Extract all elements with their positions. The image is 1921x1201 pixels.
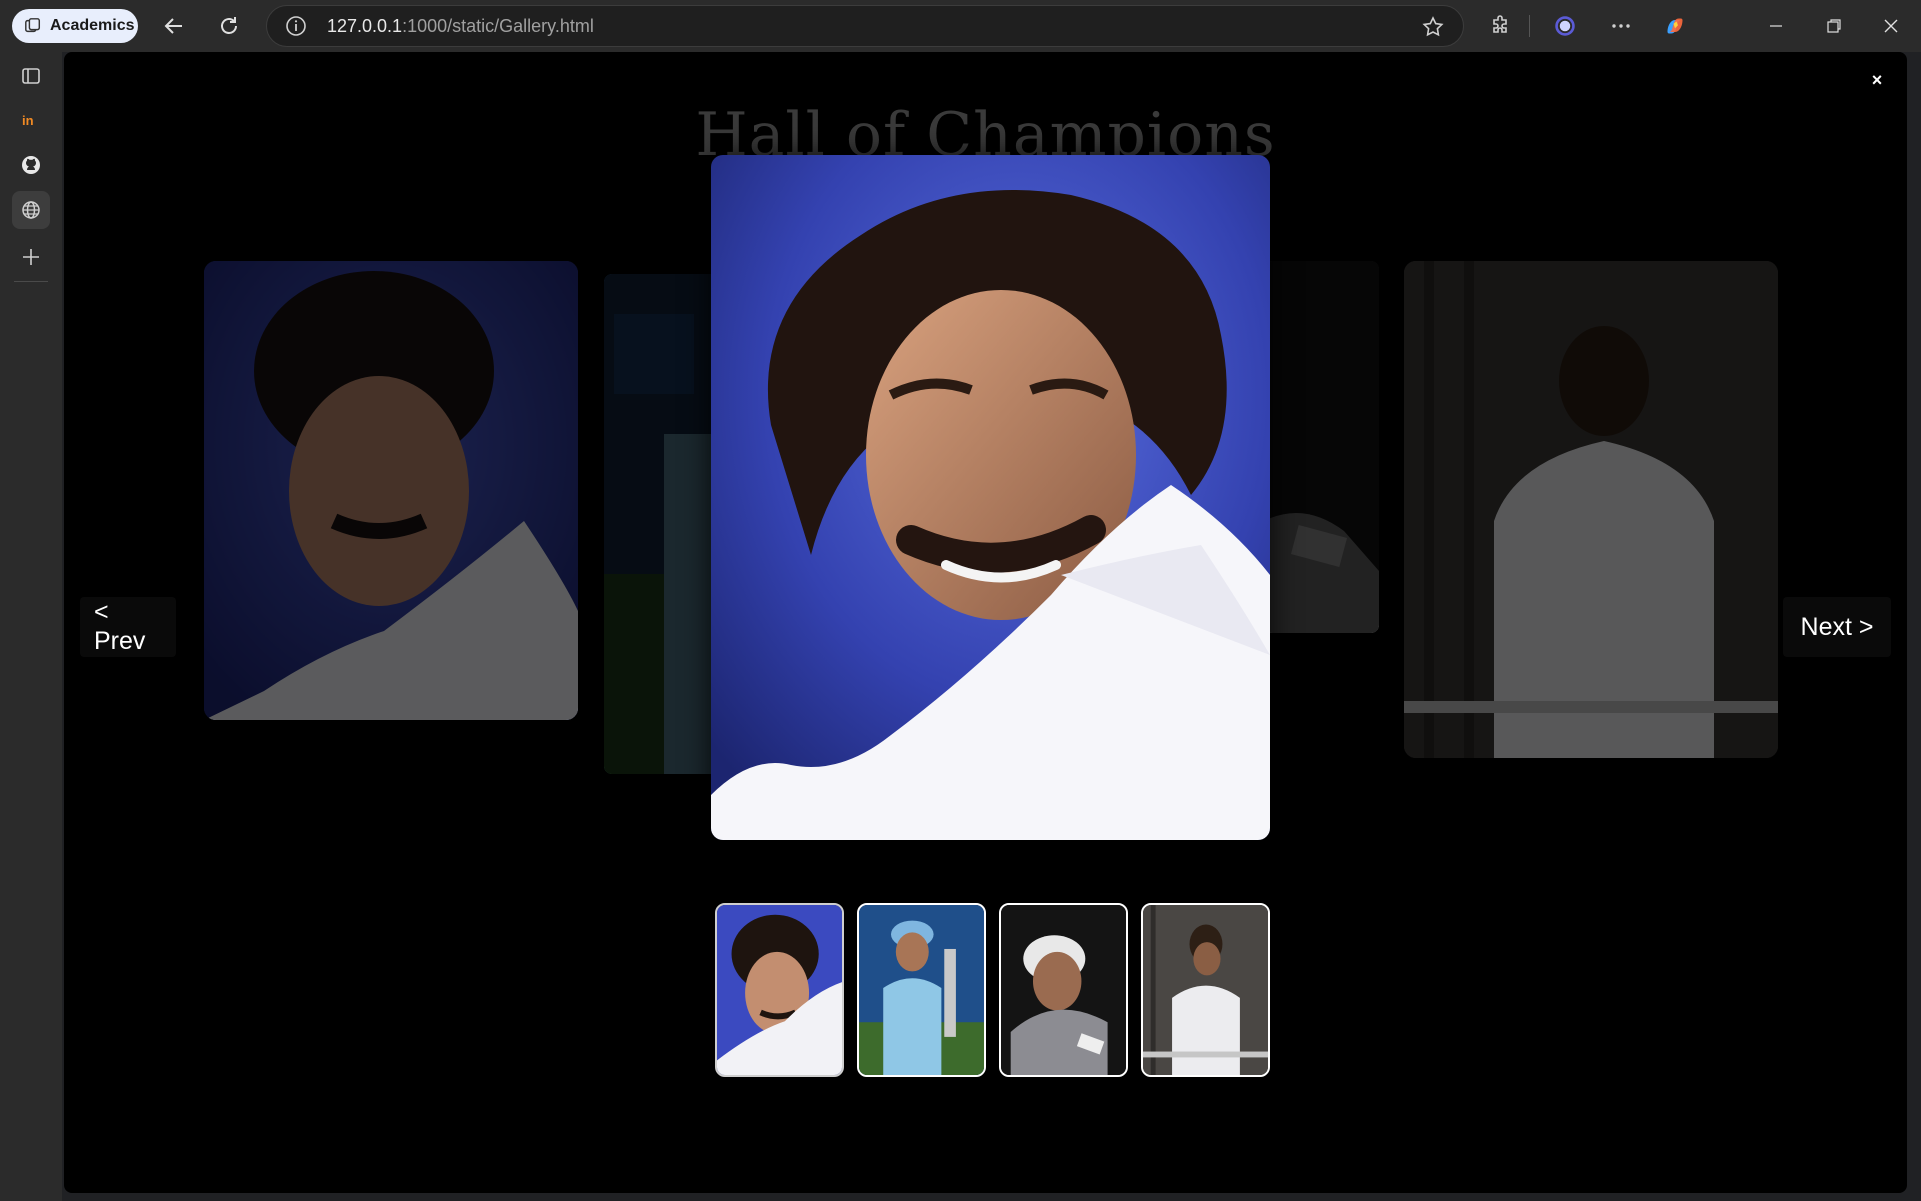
github-button[interactable] <box>12 146 50 184</box>
thumbnail-photo-3 <box>1001 905 1126 1075</box>
gallery-card-side[interactable] <box>604 274 724 774</box>
back-button[interactable] <box>158 10 190 42</box>
browser-toolbar: Academics 127.0.0.1:1000/static/Gallery.… <box>0 0 1921 52</box>
info-icon[interactable] <box>285 15 307 37</box>
prev-button[interactable]: < Prev <box>80 597 176 657</box>
copilot-icon <box>1667 18 1683 34</box>
avatar-ring-icon <box>1555 16 1575 36</box>
url-host: 127.0.0.1 <box>327 16 403 36</box>
url-text[interactable]: 127.0.0.1:1000/static/Gallery.html <box>327 16 594 37</box>
card-dim-overlay <box>604 274 724 774</box>
portrait-photo-main <box>711 155 1270 840</box>
browser-sidebar: in <box>0 52 62 1201</box>
gallery-card-side[interactable] <box>1404 261 1778 758</box>
svg-text:in: in <box>22 113 34 128</box>
card-dim-overlay <box>1264 261 1379 633</box>
reload-icon <box>221 17 237 34</box>
workspace-icon <box>25 18 41 33</box>
toolbar-separator <box>1529 15 1530 37</box>
thumbnail-photo-4 <box>1143 905 1268 1075</box>
thumbnail-item[interactable] <box>1141 903 1270 1077</box>
github-icon <box>22 156 40 174</box>
gallery-main-image[interactable] <box>711 155 1270 840</box>
minimize-button[interactable] <box>1756 10 1796 42</box>
thumbnail-photo-1 <box>717 905 842 1075</box>
thumbnail-photo-2 <box>859 905 984 1075</box>
thumbnail-item[interactable] <box>715 903 844 1077</box>
in-app-icon: in <box>22 113 34 128</box>
add-icon <box>23 249 39 265</box>
copilot-button[interactable] <box>1659 10 1691 42</box>
card-dim-overlay <box>1404 261 1778 758</box>
more-icon <box>1612 24 1630 28</box>
window-close-button[interactable] <box>1871 10 1911 42</box>
puzzle-icon <box>1493 15 1507 33</box>
star-icon[interactable] <box>1421 15 1445 39</box>
next-button[interactable]: Next > <box>1783 597 1891 657</box>
add-button[interactable] <box>12 238 50 276</box>
more-button[interactable] <box>1607 12 1635 40</box>
minimize-icon <box>1770 25 1782 27</box>
thumbnail-strip <box>715 903 1270 1077</box>
reload-button[interactable] <box>213 10 245 42</box>
lightbox-close-button[interactable]: × <box>1865 68 1889 92</box>
extensions-button[interactable] <box>1487 12 1515 40</box>
sidebar-separator <box>14 281 48 282</box>
in-app-button[interactable]: in <box>12 101 50 139</box>
globe-button[interactable] <box>12 191 50 229</box>
restore-icon <box>1827 19 1841 33</box>
card-dim-overlay <box>204 261 578 720</box>
profile-label: Academics <box>50 17 135 34</box>
address-bar[interactable]: 127.0.0.1:1000/static/Gallery.html <box>266 5 1464 47</box>
gallery-card-side[interactable] <box>204 261 578 720</box>
tab-actions-button[interactable] <box>12 57 50 95</box>
url-path: :1000/static/Gallery.html <box>402 16 594 36</box>
page-viewport: Hall of Champions × < Prev Next > <box>64 52 1907 1193</box>
restore-button[interactable] <box>1814 10 1854 42</box>
gallery-card-side[interactable] <box>1264 261 1379 633</box>
thumbnail-item[interactable] <box>857 903 986 1077</box>
profile-button[interactable]: Academics <box>12 9 138 43</box>
globe-icon <box>22 201 40 219</box>
arrow-left-icon <box>164 18 182 34</box>
close-icon <box>1884 19 1898 33</box>
profile-avatar-button[interactable] <box>1549 10 1581 42</box>
tab-actions-icon <box>22 68 40 84</box>
thumbnail-item[interactable] <box>999 903 1128 1077</box>
